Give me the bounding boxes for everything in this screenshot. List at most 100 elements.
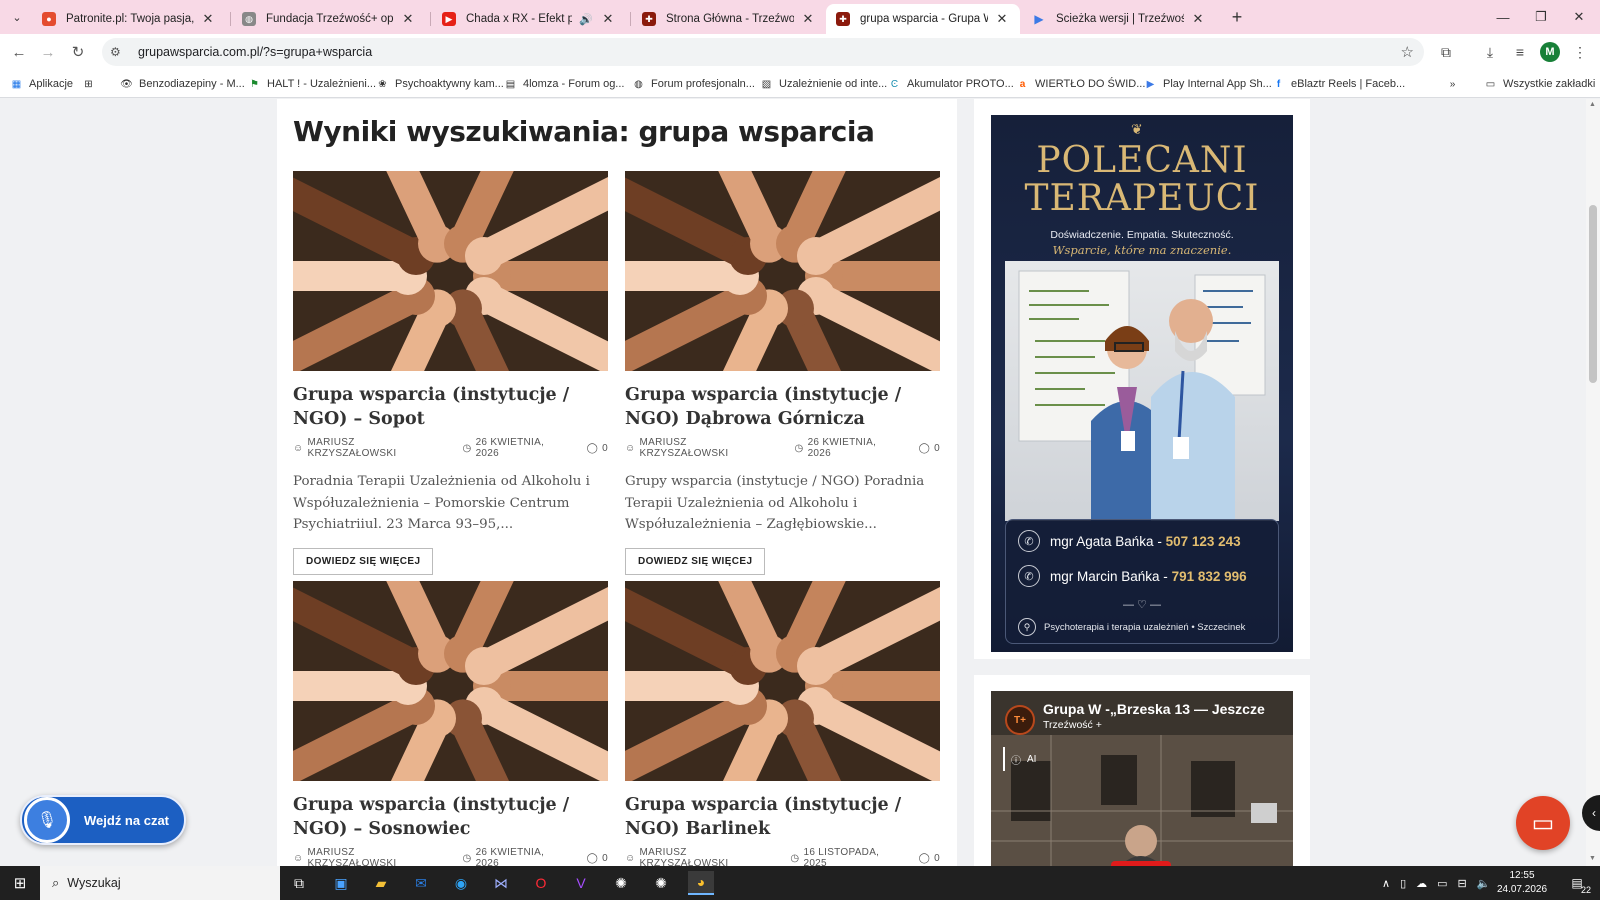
ad-contact-row[interactable]: ✆ mgr Marcin Bańka - 791 832 996 — [1018, 565, 1247, 587]
channel-logo[interactable]: T+ — [1005, 705, 1035, 735]
media-control-icon[interactable]: ≡ — [1510, 42, 1530, 62]
scroll-down-icon[interactable]: ▼ — [1589, 855, 1596, 862]
video-title[interactable]: Grupa W -„Brzeska 13 — Jeszcze — [1043, 701, 1265, 717]
therapists-ad-banner[interactable]: ❦ POLECANI TERAPEUCI Doświadczenie. Empa… — [991, 115, 1293, 652]
post-comments[interactable]: 0 — [934, 443, 940, 454]
onedrive-icon[interactable]: ☁ — [1416, 877, 1427, 890]
ad-contact-phone[interactable]: 507 123 243 — [1166, 534, 1241, 549]
post-thumbnail[interactable] — [625, 171, 940, 371]
tab-sciezka-wersji[interactable]: ▶ Ścieżka wersji | Trzeźwość+ ✕ — [1022, 4, 1216, 34]
bookmark-star-icon[interactable]: ☆ — [1401, 43, 1414, 61]
close-tab-icon[interactable]: ✕ — [400, 11, 416, 27]
close-tab-icon[interactable]: ✕ — [1190, 11, 1206, 27]
bookmark-item[interactable]: ❀ Psychoaktywny kam... — [376, 75, 504, 93]
chrome-icon[interactable]: ◕ — [688, 871, 714, 895]
restore-icon[interactable]: ❐ — [1522, 0, 1560, 34]
outlook-icon[interactable]: ✉ — [408, 871, 434, 895]
url-text[interactable]: grupawsparcia.com.pl/?s=grupa+wsparcia — [138, 45, 372, 59]
bookmark-item[interactable]: a WIERTŁO DO ŚWID... — [1016, 75, 1146, 93]
close-tab-icon[interactable]: ✕ — [800, 11, 816, 27]
post-author[interactable]: MARIUSZ KRZYSZAŁOWSKI — [308, 437, 447, 459]
opera-icon[interactable]: O — [528, 871, 554, 895]
windows-start-icon[interactable]: ⊞ — [0, 866, 40, 900]
bookmark-item[interactable]: f eBlaztr Reels | Faceb... — [1272, 75, 1405, 93]
ad-contact-name: mgr Agata Bańka - — [1050, 533, 1162, 549]
display-icon[interactable]: ▭ — [1437, 877, 1447, 890]
all-bookmarks-folder[interactable]: ▭ Wszystkie zakładki — [1484, 75, 1596, 93]
tab-patronite[interactable]: ● Patronite.pl: Twoja pasja, Twoje ✕ — [32, 4, 226, 34]
show-hidden-icons-icon[interactable]: ∧ — [1382, 877, 1390, 890]
taskbar-clock[interactable]: 12:55 24.07.2026 — [1496, 869, 1548, 897]
reload-icon[interactable]: ↻ — [67, 41, 89, 63]
visual-studio-icon[interactable]: ⋈ — [488, 871, 514, 895]
video-channel[interactable]: Trzeźwość + — [1043, 719, 1102, 731]
bookmark-item[interactable]: ⚑ HALT ! - Uzależnieni... — [248, 75, 376, 93]
page-scrollbar[interactable]: ▲ ▼ — [1586, 99, 1600, 866]
post-comments[interactable]: 0 — [602, 443, 608, 454]
back-icon[interactable]: ← — [8, 41, 30, 63]
bookmark-item[interactable]: ▦ Aplikacje — [10, 75, 73, 93]
vivaldi-icon[interactable]: V — [568, 871, 594, 895]
ad-contact-phone[interactable]: 791 832 996 — [1172, 569, 1247, 584]
site-settings-icon[interactable]: ⚙ — [110, 45, 128, 59]
device-icon[interactable]: ▯ — [1400, 877, 1406, 890]
volume-icon[interactable]: 🔈 — [1477, 877, 1491, 890]
task-view-icon[interactable]: ⧉ — [286, 871, 312, 895]
post-title[interactable]: Grupa wsparcia (instytucje / NGO) – Sosn… — [293, 793, 608, 841]
more-bookmarks-icon[interactable]: » — [1446, 75, 1465, 93]
embedded-video[interactable]: T+ Grupa W -„Brzeska 13 — Jeszcze Trzeźw… — [991, 691, 1293, 866]
profile-avatar[interactable]: M — [1540, 42, 1560, 62]
post-author[interactable]: MARIUSZ KRZYSZAŁOWSKI — [308, 847, 447, 866]
close-tab-icon[interactable]: ✕ — [200, 11, 216, 27]
audio-playing-icon[interactable]: 🔊 — [578, 13, 594, 26]
post-comments[interactable]: 0 — [934, 853, 940, 864]
menu-kebab-icon[interactable]: ⋮ — [1570, 42, 1590, 62]
bookmark-item[interactable]: ▤ 4lomza - Forum og... — [504, 75, 625, 93]
minimize-icon[interactable]: — — [1484, 0, 1522, 34]
chat-bubble-button[interactable]: ▭ — [1516, 796, 1570, 850]
extensions-icon[interactable]: ⧉ — [1436, 42, 1456, 62]
post-author[interactable]: MARIUSZ KRZYSZAŁOWSKI — [640, 847, 775, 866]
close-tab-icon[interactable]: ✕ — [600, 11, 616, 27]
tab-search-dropdown-icon[interactable]: ⌄ — [6, 6, 28, 28]
taskbar-search[interactable]: ⌕ Wyszukaj — [40, 866, 280, 900]
post-title[interactable]: Grupa wsparcia (instytucje / NGO) Barlin… — [625, 793, 940, 841]
post-thumbnail[interactable] — [293, 581, 608, 781]
post-author[interactable]: MARIUSZ KRZYSZAŁOWSKI — [640, 437, 779, 459]
tab-youtube[interactable]: ▶ Chada x RX - Efekt porozum 🔊 ✕ — [432, 4, 626, 34]
post-comments[interactable]: 0 — [602, 853, 608, 864]
downloads-icon[interactable]: ⤓ — [1480, 42, 1500, 62]
ad-contact-row[interactable]: ✆ mgr Agata Bańka - 507 123 243 — [1018, 530, 1241, 552]
edge-icon[interactable]: ◉ — [448, 871, 474, 895]
post-title[interactable]: Grupa wsparcia (instytucje / NGO) Dąbrow… — [625, 383, 940, 431]
network-icon[interactable]: ⊟ — [1458, 877, 1467, 890]
post-thumbnail[interactable] — [625, 581, 940, 781]
chatgpt-icon[interactable]: ✺ — [608, 871, 634, 895]
bookmark-item[interactable]: Ͼ Akumulator PROTO... — [888, 75, 1014, 93]
bookmark-item[interactable]: ▶ Play Internal App Sh... — [1144, 75, 1272, 93]
bookmark-item[interactable]: ◍ Forum profesjonaln... — [632, 75, 755, 93]
bookmark-item[interactable]: ▧ Uzależnienie od inte... — [760, 75, 887, 93]
forward-icon[interactable]: → — [37, 41, 59, 63]
scrollbar-thumb[interactable] — [1589, 205, 1597, 383]
chatgpt-icon[interactable]: ✺ — [648, 871, 674, 895]
read-more-button[interactable]: DOWIEDZ SIĘ WIĘCEJ — [293, 547, 434, 575]
close-window-icon[interactable]: ✕ — [1560, 0, 1598, 34]
bookmark-item[interactable]: 👁 Benzodiazepiny - M... — [120, 75, 245, 93]
close-tab-icon[interactable]: ✕ — [994, 11, 1010, 27]
tab-strona-glowna[interactable]: ✚ Strona Główna - Trzeźwość+ ✕ — [632, 4, 826, 34]
new-tab-icon[interactable]: + — [1226, 6, 1248, 28]
read-more-button[interactable]: DOWIEDZ SIĘ WIĘCEJ — [625, 547, 766, 575]
store-icon[interactable]: ▣ — [328, 871, 354, 895]
post-title[interactable]: Grupa wsparcia (instytucje / NGO) – Sopo… — [293, 383, 608, 431]
notification-center-icon[interactable]: ▤ 22 — [1566, 873, 1591, 895]
address-bar[interactable]: ⚙ grupawsparcia.com.pl/?s=grupa+wsparcia… — [102, 38, 1424, 66]
post-thumbnail[interactable] — [293, 171, 608, 371]
scroll-up-icon[interactable]: ▲ — [1589, 101, 1596, 108]
file-explorer-icon[interactable]: ▰ — [368, 871, 394, 895]
video-ai-badge[interactable]: ⓘ AI — [1003, 747, 1042, 771]
tab-groups-button[interactable]: ⊞ — [82, 75, 101, 93]
tab-grupa-wsparcia[interactable]: ✚ grupa wsparcia - Grupa Wsparc ✕ — [826, 4, 1020, 34]
tab-fundacja[interactable]: ◍ Fundacja Trzeźwość+ opis ✕ — [232, 4, 426, 34]
enter-chat-button[interactable]: 🎙 Wejdź na czat — [20, 795, 186, 845]
